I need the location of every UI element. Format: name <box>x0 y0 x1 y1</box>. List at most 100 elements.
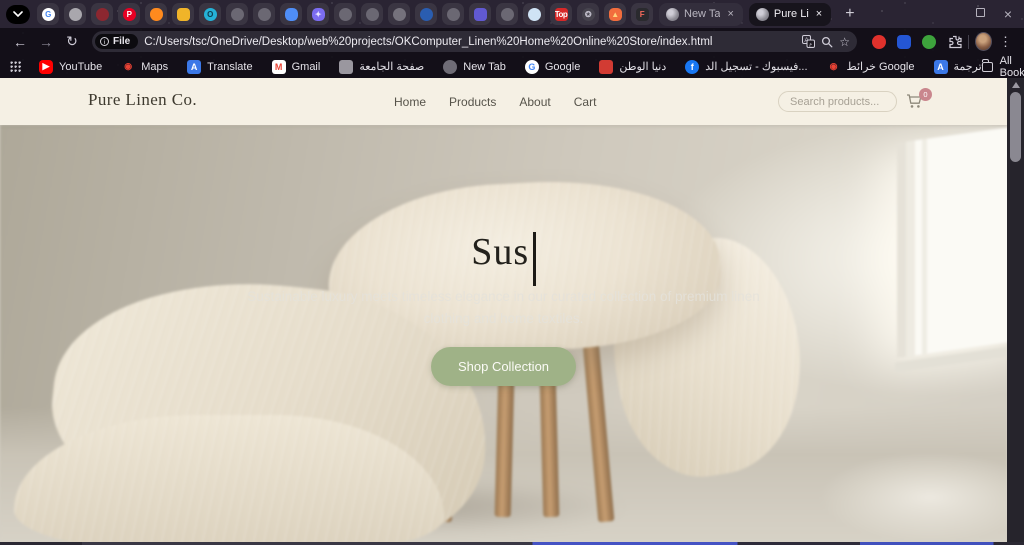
pinned-tab[interactable]: P <box>118 3 140 25</box>
pinned-tab[interactable] <box>442 3 464 25</box>
reload-button[interactable]: ↻ <box>61 33 83 50</box>
pinned-tab[interactable] <box>172 3 194 25</box>
tab-favicon-icon: G <box>41 7 55 21</box>
cart-count-badge: 0 <box>919 88 932 101</box>
hero-content: Sus Sustainable luxury meets timeless el… <box>0 125 1007 542</box>
site-logo[interactable]: Pure Linen Co. <box>88 90 197 110</box>
all-bookmarks-button[interactable]: All Bookmarks <box>981 55 1024 79</box>
pinned-tab[interactable]: F <box>631 3 653 25</box>
nav-link[interactable]: About <box>519 95 550 109</box>
bookmark-item[interactable]: f فيسبوك - تسجيل الد... <box>685 59 808 74</box>
nav-link[interactable]: Cart <box>574 95 597 109</box>
tab-new-tab[interactable]: New Ta × <box>659 2 743 26</box>
new-tab-button[interactable]: + <box>840 5 859 23</box>
webpage-viewport: Pure Linen Co. Home Products About Cart 0 <box>0 78 1007 542</box>
tab-close-icon[interactable]: × <box>725 8 735 21</box>
pinned-tab[interactable] <box>253 3 275 25</box>
pinned-tab[interactable] <box>64 3 86 25</box>
bookmark-item[interactable]: New Tab <box>443 59 506 74</box>
bookmark-label: فيسبوك - تسجيل الد... <box>705 61 808 73</box>
omnibox[interactable]: i File C:/Users/tsc/OneDrive/Desktop/web… <box>92 31 857 52</box>
chevron-down-icon <box>13 11 23 17</box>
nav-link[interactable]: Products <box>449 95 496 109</box>
bookmark-favicon-icon: ◉ <box>124 61 133 71</box>
bookmark-item[interactable]: صفحة الجامعة <box>339 59 425 74</box>
pinned-tab[interactable] <box>415 3 437 25</box>
bookmark-favicon-icon: A <box>933 59 948 74</box>
pinned-tab[interactable] <box>91 3 113 25</box>
profile-avatar[interactable] <box>974 32 992 51</box>
pinned-tab[interactable]: ✪ <box>577 3 599 25</box>
pinned-tab[interactable]: Top <box>550 3 572 25</box>
search-input[interactable] <box>778 91 897 112</box>
extension-glyph-icon <box>871 34 886 49</box>
pinned-tab[interactable]: ✦ <box>307 3 329 25</box>
hero-subtitle: Sustainable luxury meets timeless elegan… <box>247 289 760 326</box>
pinned-tab[interactable] <box>334 3 356 25</box>
close-window-button[interactable]: × <box>1004 6 1012 22</box>
tab-favicon-icon <box>392 7 406 21</box>
bookmark-item[interactable]: ▶ YouTube <box>39 59 102 74</box>
extensions-row <box>871 34 936 49</box>
pinned-tab[interactable] <box>145 3 167 25</box>
pinned-tab[interactable] <box>388 3 410 25</box>
hero-heading: Sus <box>471 231 536 286</box>
page-scrollbar[interactable] <box>1007 78 1024 545</box>
tab-favicon-icon: Top <box>554 7 568 21</box>
bookmark-label: Translate <box>207 60 253 73</box>
tab-favicon-icon <box>95 7 109 21</box>
bookmark-item[interactable]: A ترجمة <box>933 59 982 74</box>
extension-icon[interactable] <box>896 34 911 49</box>
pinned-tab[interactable] <box>361 3 383 25</box>
extension-icon[interactable] <box>871 34 886 49</box>
tab-close-icon[interactable]: × <box>814 8 824 21</box>
extension-icon[interactable] <box>921 34 936 49</box>
tab-favicon-icon: F <box>635 7 649 21</box>
bookmark-favicon-icon: G <box>524 59 539 74</box>
bookmark-item[interactable]: ◉ Maps <box>121 60 168 74</box>
shop-collection-button[interactable]: Shop Collection <box>430 347 577 386</box>
tab-search-button[interactable] <box>6 4 30 24</box>
scrollbar-thumb[interactable] <box>1010 92 1021 162</box>
pinned-tab[interactable] <box>469 3 491 25</box>
file-scheme-chip[interactable]: i File <box>95 34 139 49</box>
zoom-icon[interactable] <box>821 36 833 48</box>
bookmark-item[interactable]: A Translate <box>187 59 253 74</box>
tab-favicon-icon: O <box>203 7 217 21</box>
folder-icon <box>981 59 993 72</box>
apps-grid-icon[interactable] <box>10 61 21 72</box>
bookmark-item[interactable]: دنيا الوطن <box>599 59 666 74</box>
translate-page-icon[interactable]: Aع <box>802 35 816 48</box>
scrollbar-up-arrow-icon[interactable] <box>1011 82 1020 88</box>
pinned-tab[interactable]: G <box>37 3 59 25</box>
bookmark-favicon-icon: A <box>187 59 202 74</box>
tab-favicon-icon <box>473 7 487 21</box>
bookmark-label: ترجمة <box>953 61 982 73</box>
maximize-button[interactable] <box>975 8 985 20</box>
bookmark-item[interactable]: ◉ خرائط Google <box>827 60 915 74</box>
bookmark-favicon-icon <box>443 59 458 74</box>
typing-caret <box>533 232 536 286</box>
bookmark-item[interactable]: M Gmail <box>271 59 320 74</box>
bookmark-label: صفحة الجامعة <box>359 61 425 73</box>
url-text[interactable]: C:/Users/tsc/OneDrive/Desktop/web%20proj… <box>144 36 796 48</box>
forward-button[interactable]: → <box>35 34 57 50</box>
pinned-tab[interactable] <box>496 3 518 25</box>
pinned-tab[interactable] <box>226 3 248 25</box>
tab-favicon-icon <box>527 7 541 21</box>
bookmark-star-icon[interactable]: ☆ <box>839 35 850 49</box>
extension-glyph-icon <box>896 34 911 49</box>
pinned-tab[interactable] <box>523 3 545 25</box>
pinned-tab[interactable]: O <box>199 3 221 25</box>
tab-pure-linen[interactable]: Pure Li × <box>748 2 832 26</box>
back-button[interactable]: ← <box>9 34 31 50</box>
nav-link[interactable]: Home <box>394 95 426 109</box>
bookmark-item[interactable]: G Google <box>524 59 580 74</box>
chromium-globe-icon <box>666 7 679 21</box>
extensions-puzzle-icon[interactable] <box>948 34 962 49</box>
browser-menu-icon[interactable]: ⋮ <box>996 34 1015 50</box>
pinned-tab[interactable] <box>280 3 302 25</box>
bookmark-label: خرائط Google <box>846 61 915 73</box>
pinned-tab[interactable]: ▲ <box>604 3 626 25</box>
cart-button[interactable]: 0 <box>906 88 932 113</box>
